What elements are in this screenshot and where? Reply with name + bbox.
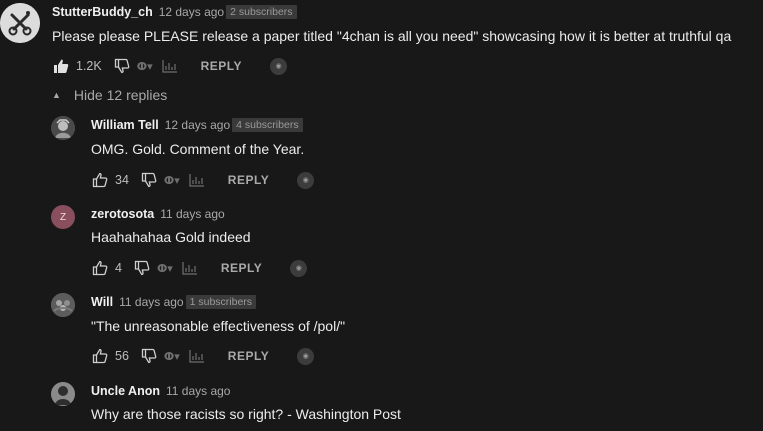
comment-text: OMG. Gold. Comment of the Year. [91, 141, 305, 157]
comment-author[interactable]: Will [91, 295, 113, 309]
thumbs-up-icon [92, 260, 108, 276]
like-button[interactable] [91, 347, 109, 365]
dislike-button[interactable] [133, 259, 151, 277]
like-count: 56 [115, 349, 129, 363]
extension-glyph-icon[interactable]: ⵀ▾ [137, 60, 153, 73]
chart-icon[interactable] [161, 57, 179, 75]
comment-time[interactable]: 11 days ago [119, 295, 184, 309]
comment-text: "The unreasonable effectiveness of /pol/… [91, 318, 346, 334]
comment-time[interactable]: 11 days ago [160, 207, 225, 221]
like-count: 1.2K [76, 59, 102, 73]
chart-icon[interactable] [181, 259, 199, 277]
reply-button[interactable]: REPLY [228, 349, 269, 363]
comments-section: StutterBuddy_ch 12 days ago 2 subscriber… [0, 0, 763, 431]
extension-badge-icon[interactable]: ◉ [290, 259, 308, 277]
thumbs-down-icon [141, 348, 157, 364]
dislike-button[interactable] [140, 171, 158, 189]
comment-text: Haahahahaa Gold indeed [91, 229, 251, 245]
comment-author[interactable]: William Tell [91, 118, 159, 132]
comment-author[interactable]: Uncle Anon [91, 384, 160, 398]
comment-time[interactable]: 11 days ago [166, 384, 231, 398]
subscriber-badge: 2 subscribers [226, 5, 297, 19]
comment-author[interactable]: zerotosota [91, 207, 154, 221]
reply-button[interactable]: REPLY [221, 261, 262, 275]
like-button[interactable] [91, 259, 109, 277]
hide-replies-button[interactable]: ▲ Hide 12 replies [52, 87, 167, 103]
thumbs-up-icon [54, 59, 69, 73]
comment-text: Please please PLEASE release a paper tit… [52, 28, 732, 44]
avatar[interactable] [51, 116, 75, 140]
avatar[interactable] [51, 382, 75, 406]
thumbs-up-icon [92, 172, 108, 188]
chart-icon[interactable] [188, 171, 206, 189]
reply-button[interactable]: REPLY [228, 173, 269, 187]
comment-time[interactable]: 12 days ago [165, 118, 230, 132]
like-count: 4 [115, 261, 122, 275]
comment-text: Why are those racists so right? - Washin… [91, 406, 401, 422]
avatar-letter: Z [59, 211, 67, 223]
subscriber-badge: 4 subscribers [232, 118, 303, 132]
subscriber-badge: 1 subscribers [185, 295, 257, 309]
reply-button[interactable]: REPLY [201, 59, 242, 73]
chart-icon[interactable] [188, 347, 206, 365]
thumbs-down-icon [134, 260, 150, 276]
caret-up-icon: ▲ [52, 90, 61, 100]
comment-author[interactable]: StutterBuddy_ch [52, 5, 153, 19]
avatar[interactable] [51, 293, 75, 317]
hide-replies-label: Hide 12 replies [73, 87, 168, 103]
like-button[interactable] [52, 57, 70, 75]
thumbs-down-icon [114, 58, 130, 74]
extension-badge-icon[interactable]: ◉ [270, 57, 288, 75]
dislike-button[interactable] [113, 57, 131, 75]
extension-glyph-icon[interactable]: ⵀ▾ [157, 262, 173, 275]
dislike-button[interactable] [140, 347, 158, 365]
extension-badge-icon[interactable]: ◉ [297, 171, 315, 189]
extension-badge-icon[interactable]: ◉ [297, 347, 315, 365]
avatar[interactable]: Z [51, 205, 75, 229]
thumbs-down-icon [141, 172, 157, 188]
like-count: 34 [115, 173, 129, 187]
comment-time[interactable]: 12 days ago [159, 5, 224, 19]
extension-glyph-icon[interactable]: ⵀ▾ [164, 350, 180, 363]
avatar[interactable] [0, 3, 40, 43]
thumbs-up-icon [92, 348, 108, 364]
like-button[interactable] [91, 171, 109, 189]
extension-glyph-icon[interactable]: ⵀ▾ [164, 174, 180, 187]
